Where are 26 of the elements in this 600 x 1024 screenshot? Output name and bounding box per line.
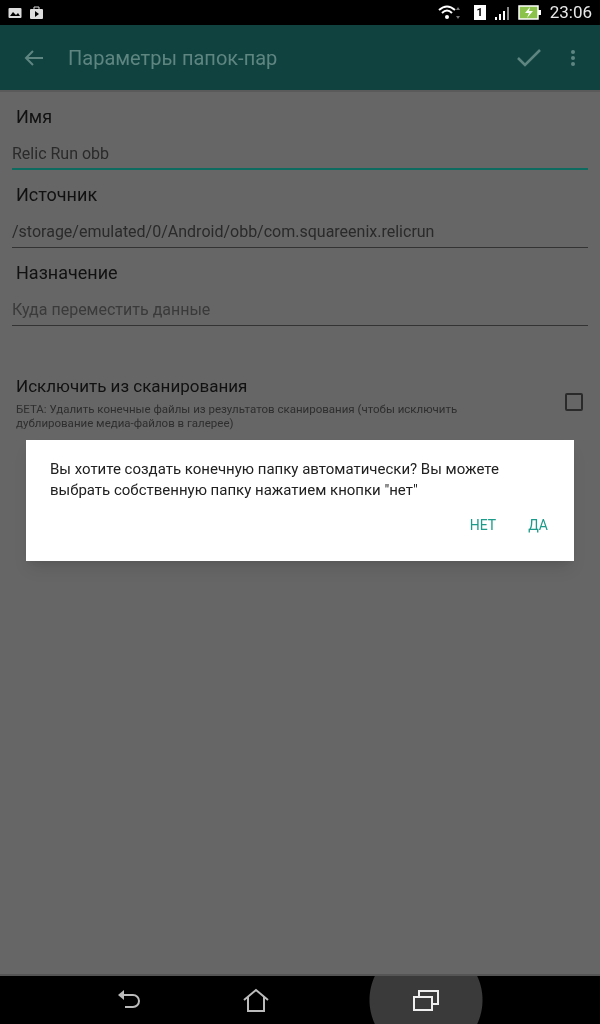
signal-icon [493, 5, 510, 20]
field-label: Назначение [15, 261, 119, 285]
shopping-bag-icon [30, 6, 43, 19]
recent-apps-icon[interactable] [413, 989, 439, 1011]
dialog-button[interactable]: НЕТ [459, 509, 507, 542]
checkmark-icon[interactable] [516, 47, 542, 68]
back-arrow-icon[interactable] [24, 48, 44, 67]
input-field[interactable]: Relic Run obb [12, 138, 588, 170]
dialog-button[interactable]: ДА [518, 509, 558, 542]
recent-apps-button[interactable] [369, 976, 483, 1024]
sim-icon: 1 [473, 5, 486, 20]
field-label: Источник [15, 183, 99, 207]
battery-charging-icon [517, 5, 542, 20]
clock: 23:06 [549, 0, 592, 24]
picture-icon [8, 6, 22, 19]
option-title: Исключить из сканирования [16, 375, 249, 398]
input-field[interactable]: /storage/emulated/0/Android/obb/com.squareenix.relicrun [12, 216, 588, 248]
home-icon[interactable] [243, 988, 269, 1012]
back-icon[interactable] [117, 989, 143, 1011]
option-description: БЕТА: Удалить конечные файлы из результатов сканирования (чтобы исключить дублирование медиа-файлов в галерее) [16, 401, 459, 430]
dialog-message: Вы хотите создать конечную папку автоматически? Вы можете выбрать собственную папку нажатием кнопки "нет" [50, 459, 500, 501]
toolbar-title: Параметры папок-пар [68, 44, 279, 72]
field-label: Имя [15, 105, 54, 129]
checkbox[interactable] [565, 393, 583, 411]
wifi-icon [437, 4, 462, 21]
more-options-icon[interactable] [570, 48, 576, 67]
